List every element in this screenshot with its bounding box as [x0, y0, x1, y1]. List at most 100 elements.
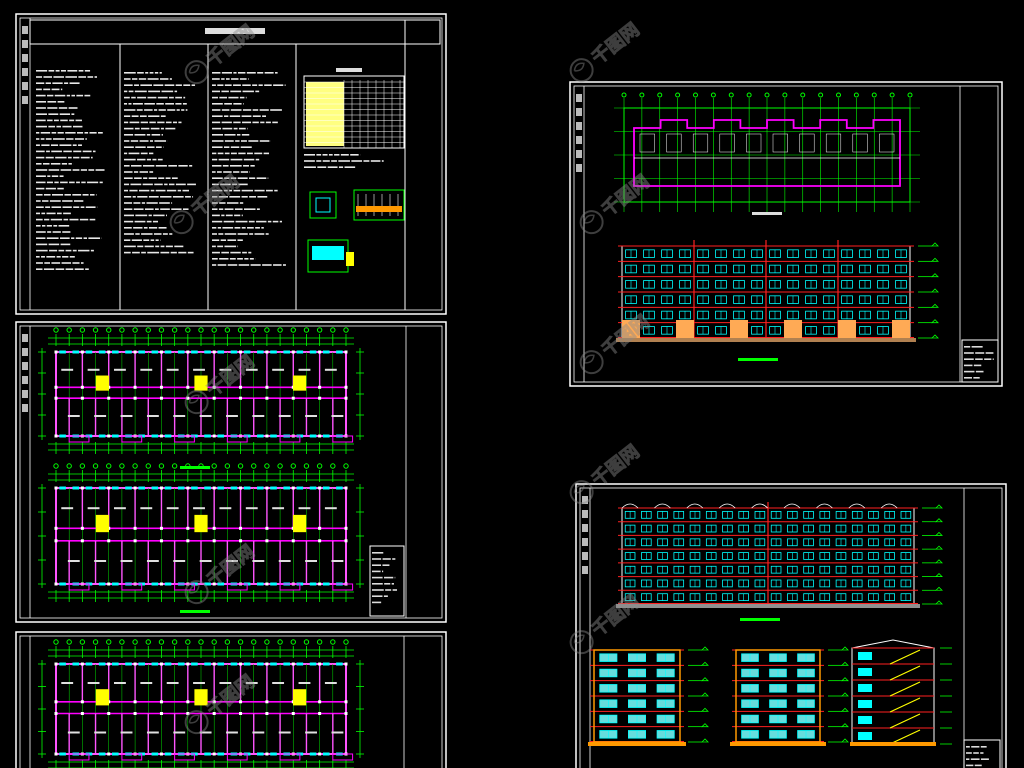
floor-plan-third[interactable]: [38, 639, 364, 768]
notes-text-line: [134, 84, 139, 86]
rear-elevation-roof-arch: [848, 503, 866, 509]
site-plan-axis-bubble: [746, 92, 752, 98]
rear-elevation-level-triangle: [935, 586, 943, 591]
floor-plan-third-axis-bubble: [132, 639, 138, 645]
notes-text-line: [212, 140, 224, 142]
floor-plan-third-room-label: [146, 731, 159, 734]
floor-plan-upper-axis-bubble: [119, 327, 125, 333]
floor-plan-lower-window: [322, 486, 330, 490]
floor-plan-lower-structural-column: [80, 486, 84, 490]
floor-plan-upper-window: [151, 350, 159, 354]
cad-drawing-canvas[interactable]: 千图网 千图网千图网 千图网千图网千图网千图网千图网千图网千图网: [0, 0, 1024, 768]
notes-text-line: [230, 158, 243, 161]
notes-text-line: [57, 132, 64, 134]
schedule-table-yellow-column: [306, 82, 344, 146]
notes-text-line: [148, 196, 159, 198]
notes-text-line: [218, 158, 230, 161]
schedule-note-line: [322, 160, 330, 162]
sheet-notes-strip-text: [22, 40, 28, 48]
notes-text-line: [53, 76, 65, 78]
notes-text-line: [141, 202, 146, 204]
floor-plan-lower-window: [204, 486, 211, 490]
floor-plan-lower-structural-column: [54, 539, 58, 543]
notes-text-line: [36, 200, 41, 202]
floor-plan-upper[interactable]: [38, 327, 364, 454]
design-notes-panel: [29, 19, 441, 310]
notes-text-line: [128, 103, 132, 105]
floor-plan-third-room-label: [87, 682, 100, 684]
floor-plan-third-room-label: [331, 731, 344, 734]
floor-plan-lower-structural-column: [318, 486, 322, 490]
notes-text-line: [47, 101, 57, 103]
notes-text-line: [55, 156, 67, 159]
notes-text-line: [147, 251, 160, 254]
floor-plan-upper-structural-column: [133, 396, 137, 400]
floor-plan-third-structural-column: [54, 712, 58, 715]
floor-plan-upper-axis-bubble: [185, 327, 191, 333]
notes-text-line: [132, 103, 143, 105]
side-elevation-right-level-triangle: [841, 677, 849, 682]
notes-text-line: [36, 94, 46, 97]
notes-text-line: [36, 206, 44, 208]
notes-text-line: [241, 196, 248, 198]
floor-plan-lower-room-label: [87, 507, 100, 510]
floor-plan-third-window: [59, 752, 66, 756]
notes-text-line: [282, 264, 286, 266]
floor-plan-upper-axis-bubble: [303, 327, 310, 333]
floor-plan-third-window: [270, 662, 277, 666]
notes-text-line: [42, 163, 50, 165]
side-elevation-left[interactable]: [588, 646, 709, 746]
notes-text-line: [146, 158, 152, 161]
notes-text-line: [182, 189, 189, 192]
notes-text-line: [224, 115, 229, 117]
notes-text-line: [149, 171, 154, 173]
notes-text-line: [224, 140, 234, 142]
notes-text-line: [36, 175, 46, 177]
floor-plan-third-structural-column: [265, 700, 269, 704]
sheet-plan-elevation-strip-text: [576, 108, 582, 116]
notes-text-line: [46, 225, 52, 227]
notes-text-line: [154, 109, 158, 111]
notes-text-line: [124, 127, 134, 130]
notes-text-line: [51, 194, 64, 196]
notes-text-line: [212, 220, 223, 223]
floor-plan-upper-axis-bubble: [106, 327, 112, 333]
title-block-text: [966, 752, 972, 754]
notes-text-line: [160, 115, 166, 117]
notes-text-line: [157, 121, 165, 124]
notes-text-line: [240, 140, 247, 142]
notes-text-line: [36, 150, 45, 153]
notes-text-line: [187, 251, 194, 254]
notes-text-line: [262, 115, 266, 117]
floor-plan-lower-window: [98, 582, 106, 586]
sheet-elevations[interactable]: [575, 483, 1007, 768]
notes-text-line: [48, 70, 55, 72]
notes-text-line: [73, 206, 80, 208]
notes-text-line: [36, 243, 48, 246]
rear-elevation-level-triangle: [935, 504, 943, 509]
side-elevation-right[interactable]: [730, 646, 849, 746]
notes-text-line: [142, 183, 153, 186]
floor-plan-upper-structural-column: [239, 385, 243, 389]
notes-text-line: [212, 233, 217, 235]
notes-text-line: [233, 84, 241, 86]
site-plan[interactable]: [614, 92, 920, 215]
notes-text-line: [141, 127, 150, 130]
floor-plan-lower-structural-column: [54, 582, 58, 586]
notes-text-line: [138, 189, 150, 192]
floor-plan-upper-axis-bubble: [343, 327, 349, 333]
floor-plan-third-structural-column: [344, 700, 348, 704]
notes-text-line: [237, 258, 243, 260]
building-section[interactable]: [850, 639, 952, 746]
front-elevation[interactable]: [616, 240, 939, 342]
floor-plan-lower-structural-column: [133, 526, 137, 530]
title-block-text: [964, 346, 971, 348]
floor-plan-upper-room-label: [146, 415, 159, 417]
notes-text-line: [241, 189, 254, 192]
floor-plan-lower-window: [283, 486, 290, 490]
floor-plan-lower-structural-column: [318, 582, 322, 586]
notes-text-line: [47, 119, 53, 122]
notes-text-line: [55, 70, 60, 72]
rear-elevation[interactable]: [616, 502, 943, 608]
notes-text-line: [128, 152, 140, 155]
